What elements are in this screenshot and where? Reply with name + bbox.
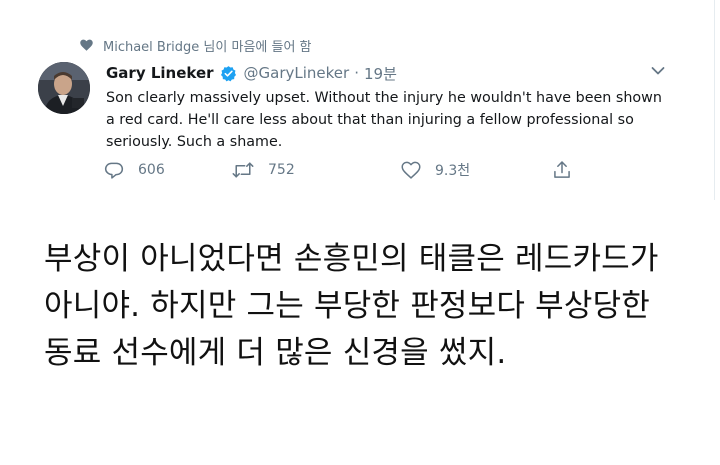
- chevron-down-icon[interactable]: [651, 66, 665, 76]
- tweet-card[interactable]: Michael Bridge 님이 마음에 들어 함 Gary Lineker …: [0, 0, 715, 200]
- avatar-photo: [38, 62, 90, 114]
- verified-badge-icon: [220, 65, 236, 81]
- caption-line-3: 동료 선수에게 더 많은 신경을 썼지.: [44, 335, 507, 371]
- korean-caption: 부상이 아니었다면 손흥민의 태클은 레드카드가 아니야. 하지만 그는 부당한…: [44, 236, 704, 377]
- heart-icon: [80, 39, 93, 51]
- heart-outline-icon: [401, 161, 421, 179]
- caption-line-1: 부상이 아니었다면 손흥민의 태클은 레드카드가: [44, 241, 659, 277]
- share-button[interactable]: [552, 158, 586, 182]
- reply-count: 606: [138, 162, 165, 178]
- tweet-actions: 606 752 9.3천: [104, 158, 584, 182]
- like-count: 9.3천: [435, 163, 471, 179]
- retweet-button[interactable]: 752: [232, 158, 295, 182]
- reply-icon: [104, 162, 124, 179]
- display-name[interactable]: Gary Lineker: [106, 64, 214, 82]
- liked-by-text: Michael Bridge 님이 마음에 들어 함: [103, 39, 312, 55]
- separator-dot: ·: [354, 64, 359, 82]
- avatar[interactable]: [38, 62, 90, 114]
- reply-button[interactable]: 606: [104, 158, 165, 182]
- retweet-count: 752: [268, 162, 295, 178]
- share-icon: [554, 161, 570, 178]
- user-handle[interactable]: @GaryLineker: [244, 64, 350, 82]
- tweet-header: Gary Lineker @GaryLineker · 19분: [106, 62, 397, 84]
- like-button[interactable]: 9.3천: [401, 158, 470, 182]
- tweet-time[interactable]: 19분: [364, 63, 397, 84]
- liked-by-row: Michael Bridge 님이 마음에 들어 함: [80, 36, 312, 55]
- tweet-text: Son clearly massively upset. Without the…: [106, 90, 662, 150]
- page: Michael Bridge 님이 마음에 들어 함 Gary Lineker …: [0, 0, 720, 465]
- retweet-icon: [232, 162, 254, 178]
- caption-line-2: 아니야. 하지만 그는 부당한 판정보다 부상당한: [44, 288, 651, 324]
